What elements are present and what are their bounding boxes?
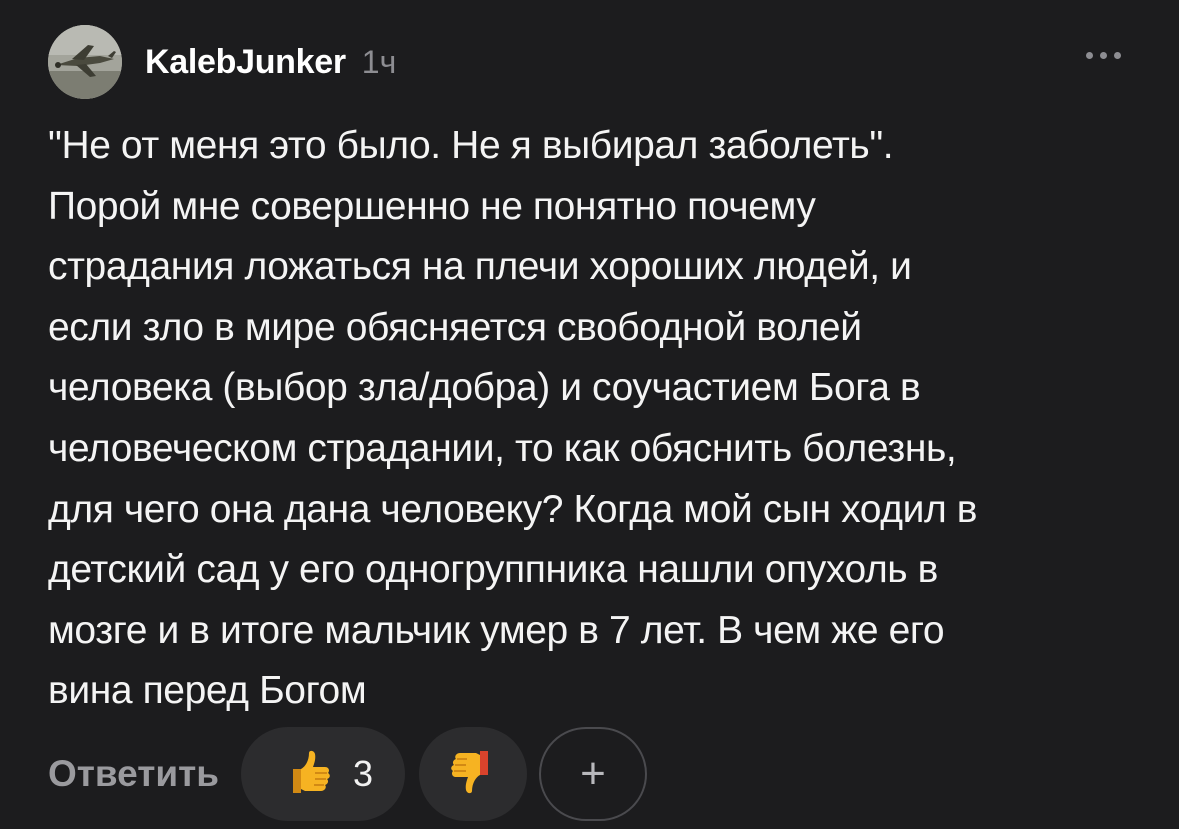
comment-actions: Ответить 3 + <box>48 726 647 822</box>
comment-card: KalebJunker 1ч "Не от меня это было. Не … <box>0 0 1179 829</box>
thumbs-up-emoji-icon <box>281 745 335 804</box>
more-icon[interactable] <box>1086 52 1121 59</box>
avatar[interactable] <box>48 25 122 99</box>
more-dot <box>1100 52 1107 59</box>
thumbs-down-emoji-icon <box>446 745 500 804</box>
more-dot <box>1086 52 1093 59</box>
dislike-button[interactable] <box>418 727 527 821</box>
comment-text: "Не от меня это было. Не я выбирал забол… <box>48 124 978 713</box>
comment-time: 1ч <box>361 43 397 80</box>
more-dot <box>1114 52 1121 59</box>
reply-button[interactable]: Ответить <box>48 753 219 795</box>
avatar-plane-image <box>48 25 122 99</box>
like-count: 3 <box>352 753 373 794</box>
comment-header: KalebJunker 1ч <box>48 24 396 100</box>
like-button[interactable]: 3 <box>240 727 405 821</box>
author-name[interactable]: KalebJunker <box>145 43 346 82</box>
add-reaction-button[interactable]: + <box>538 727 647 821</box>
plus-icon: + <box>580 749 606 798</box>
